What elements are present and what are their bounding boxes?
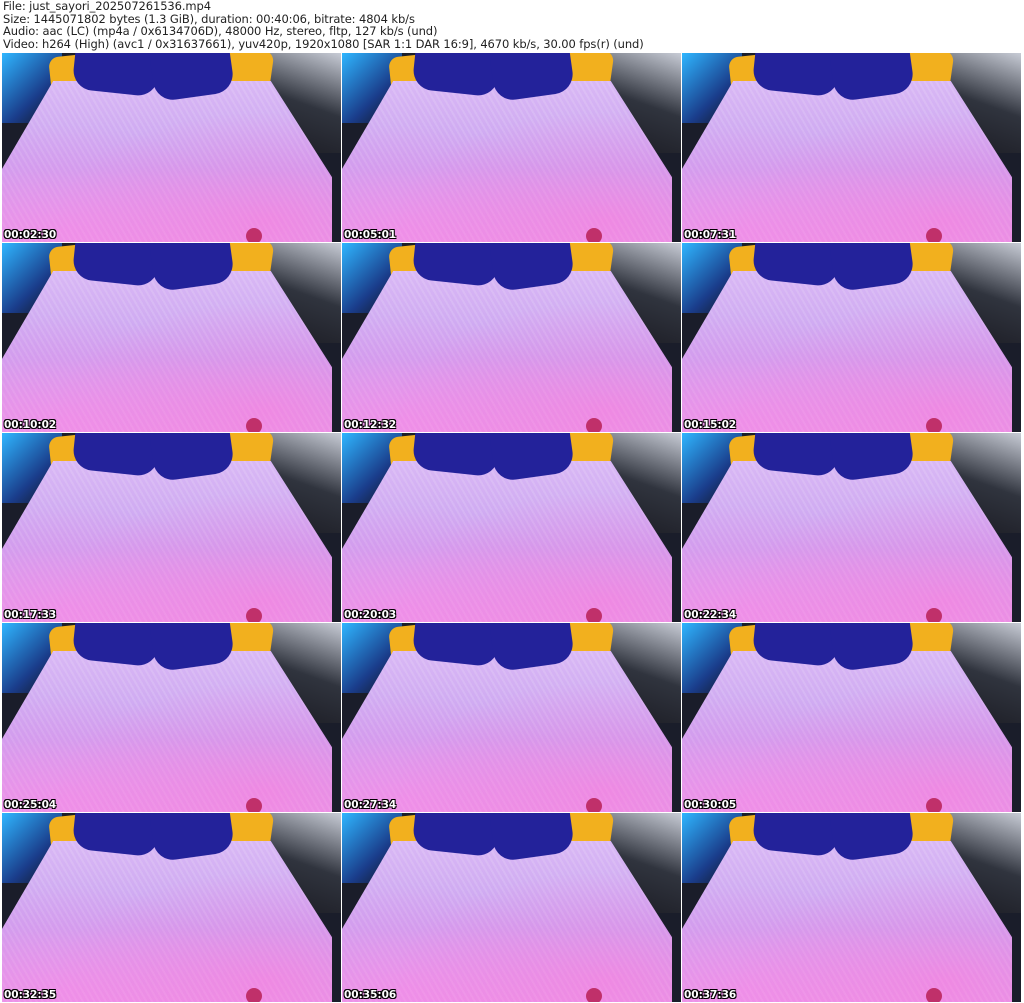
thumbnail-timestamp: 00:05:01 (344, 229, 397, 241)
file-info-header: File: just_sayori_202507261536.mp4 Size:… (3, 0, 644, 50)
video-thumbnail: 00:07:31 (682, 53, 1021, 242)
video-thumbnail: 00:20:03 (342, 433, 681, 622)
video-thumbnail: 00:22:34 (682, 433, 1021, 622)
video-thumbnail: 00:02:30 (2, 53, 341, 242)
thumbnail-timestamp: 00:20:03 (344, 609, 397, 621)
thumbnail-timestamp: 00:02:30 (4, 229, 57, 241)
video-thumbnail: 00:17:33 (2, 433, 341, 622)
video-thumbnail: 00:30:05 (682, 623, 1021, 812)
thumbnail-timestamp: 00:22:34 (684, 609, 737, 621)
thumbnail-timestamp: 00:27:34 (344, 799, 397, 811)
video-thumbnail: 00:10:02 (2, 243, 341, 432)
video-thumbnail: 00:05:01 (342, 53, 681, 242)
thumbnail-timestamp: 00:10:02 (4, 419, 57, 431)
thumbnail-timestamp: 00:12:32 (344, 419, 397, 431)
video-thumbnail: 00:27:34 (342, 623, 681, 812)
thumbnail-timestamp: 00:07:31 (684, 229, 737, 241)
video-thumbnail: 00:25:04 (2, 623, 341, 812)
thumbnail-timestamp: 00:32:35 (4, 989, 57, 1001)
audio-info: Audio: aac (LC) (mp4a / 0x6134706D), 480… (3, 24, 438, 39)
thumbnail-timestamp: 00:35:06 (344, 989, 397, 1001)
thumbnail-grid: 00:02:30 00:05:01 00:07:31 00:10:02 00:12:32… (2, 53, 1022, 1002)
thumbnail-timestamp: 00:30:05 (684, 799, 737, 811)
video-info: Video: h264 (High) (avc1 / 0x31637661), … (3, 36, 644, 51)
thumbnail-timestamp: 00:25:04 (4, 799, 57, 811)
file-name: File: just_sayori_202507261536.mp4 (3, 0, 211, 13)
video-thumbnail: 00:15:02 (682, 243, 1021, 432)
thumbnail-timestamp: 00:37:36 (684, 989, 737, 1001)
video-thumbnail: 00:35:06 (342, 813, 681, 1002)
thumbnail-timestamp: 00:15:02 (684, 419, 737, 431)
video-thumbnail: 00:37:36 (682, 813, 1021, 1002)
video-thumbnail: 00:12:32 (342, 243, 681, 432)
video-thumbnail: 00:32:35 (2, 813, 341, 1002)
thumbnail-timestamp: 00:17:33 (4, 609, 57, 621)
